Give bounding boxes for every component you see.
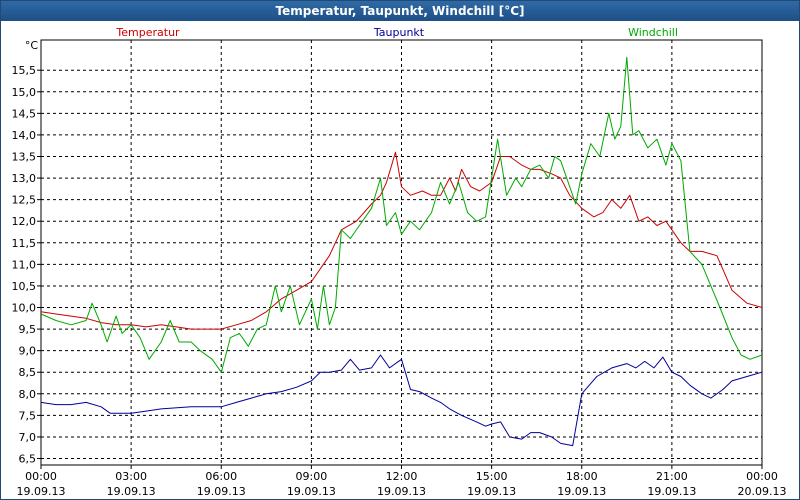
y-axis-unit: °C [25, 39, 39, 52]
y-tick-label: 7,0 [19, 431, 37, 444]
grid-lines [41, 40, 762, 465]
chart-window: Temperatur, Taupunkt, Windchill [°C] 6,5… [0, 0, 800, 500]
x-tick-date: 19.09.13 [197, 485, 246, 498]
y-tick-label: 7,5 [19, 409, 37, 422]
y-tick-label: 11,5 [12, 237, 37, 250]
y-tick-label: 8,5 [19, 366, 37, 379]
y-tick-label: 9,5 [19, 323, 37, 336]
y-axis: 6,5 7,0 7,5 8,0 8,5 9,0 9,5 10,0 10,5 11,0 11,5 12,… [12, 64, 41, 466]
x-tick-time: 15:00 [476, 470, 508, 483]
y-tick-label: 10,0 [12, 302, 37, 315]
x-tick-date: 20.09.13 [738, 485, 787, 498]
x-tick-time: 06:00 [205, 470, 237, 483]
x-tick-date: 19.09.13 [467, 485, 516, 498]
x-tick-date: 19.09.13 [557, 485, 606, 498]
x-tick-time: 12:00 [386, 470, 418, 483]
y-tick-label: 14,0 [12, 129, 37, 142]
x-tick-time: 03:00 [115, 470, 147, 483]
x-tick-time: 18:00 [566, 470, 598, 483]
x-tick-date: 19.09.13 [17, 485, 66, 498]
y-tick-label: 6,5 [19, 453, 37, 466]
y-tick-label: 10,5 [12, 280, 37, 293]
x-tick-date: 19.09.13 [647, 485, 696, 498]
x-tick-date: 19.09.13 [377, 485, 426, 498]
y-tick-label: 8,0 [19, 388, 37, 401]
legend-windchill: Windchill [628, 26, 678, 39]
x-tick-date: 19.09.13 [287, 485, 336, 498]
y-tick-label: 13,5 [12, 150, 37, 163]
y-tick-label: 13,0 [12, 172, 37, 185]
x-tick-time: 21:00 [656, 470, 688, 483]
y-tick-label: 11,0 [12, 258, 37, 271]
x-tick-time: 09:00 [296, 470, 328, 483]
line-chart: 6,5 7,0 7,5 8,0 8,5 9,0 9,5 10,0 10,5 11,0 11,5 12,… [12, 26, 787, 498]
y-tick-label: 12,5 [12, 194, 37, 207]
legend-taupunkt: Taupunkt [373, 26, 425, 39]
x-tick-date: 19.09.13 [107, 485, 156, 498]
x-tick-time: 00:00 [25, 470, 57, 483]
y-tick-label: 15,0 [12, 86, 37, 99]
y-tick-label: 12,0 [12, 215, 37, 228]
legend: Temperatur Taupunkt Windchill [115, 26, 678, 39]
legend-temperatur: Temperatur [115, 26, 180, 39]
y-tick-label: 15,5 [12, 64, 37, 77]
x-axis: 00:00 19.09.13 03:00 19.09.13 06:00 19.09.13 0… [17, 465, 787, 498]
x-tick-time: 00:00 [746, 470, 778, 483]
y-tick-label: 14,5 [12, 107, 37, 120]
y-tick-label: 9,0 [19, 345, 37, 358]
